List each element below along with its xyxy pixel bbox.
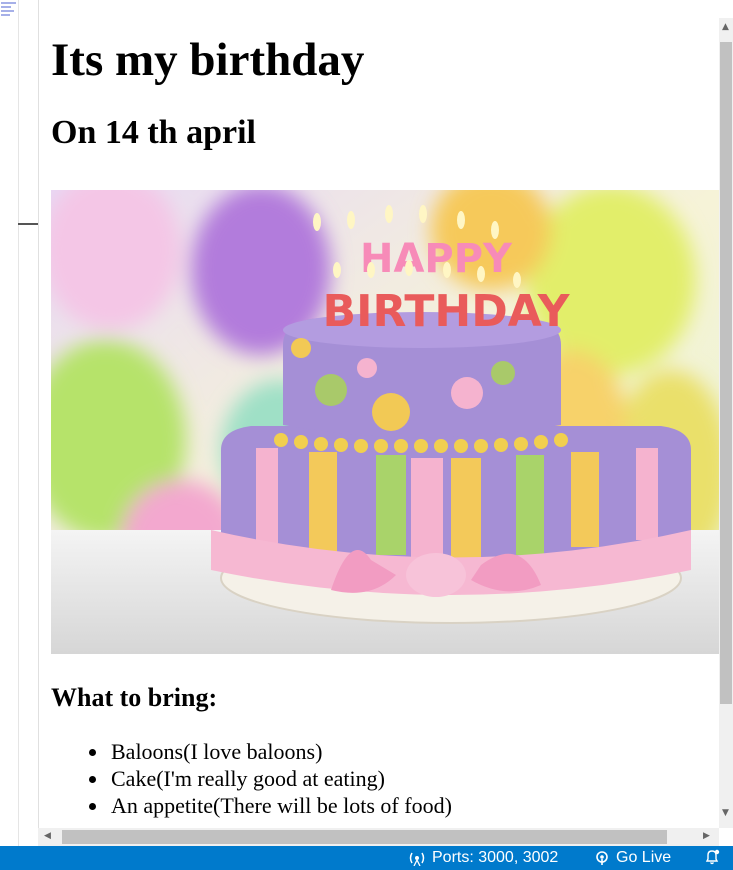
list-item: An appetite(There will be lots of food) bbox=[109, 792, 452, 819]
live-icon bbox=[596, 851, 608, 865]
ports-label: Ports: 3000, 3002 bbox=[432, 849, 559, 866]
horizontal-scroll-thumb[interactable] bbox=[62, 830, 667, 844]
birthday-cake-image: HAPPY BIRTHDAY bbox=[51, 190, 719, 654]
ports-status[interactable]: Ports: 3000, 3002 bbox=[408, 849, 558, 867]
scroll-right-arrow-icon[interactable]: ▶ bbox=[703, 831, 710, 841]
list-item: Cake(I'm really good at eating) bbox=[109, 765, 452, 792]
scroll-down-arrow-icon[interactable]: ▼ bbox=[722, 808, 729, 818]
bell-icon bbox=[705, 849, 720, 865]
minimap-line bbox=[1, 14, 10, 16]
page-subtitle: On 14 th april bbox=[51, 114, 256, 151]
clipped-text-line bbox=[39, 0, 719, 6]
vertical-scroll-thumb[interactable] bbox=[720, 42, 732, 704]
editor-gutter bbox=[0, 0, 19, 846]
bring-list: Baloons(I love baloons) Cake(I'm really … bbox=[51, 738, 452, 819]
birthday-candles: BIRTHDAY bbox=[323, 286, 571, 337]
preview-pane[interactable]: Its my birthday On 14 th april HAPPY BIR… bbox=[38, 0, 733, 846]
broadcast-icon bbox=[409, 852, 425, 866]
section-heading: What to bring: bbox=[51, 683, 218, 712]
minimap-line bbox=[1, 6, 11, 8]
scroll-up-arrow-icon[interactable]: ▲ bbox=[722, 22, 729, 32]
go-live-button[interactable]: Go Live bbox=[594, 849, 671, 867]
sash-handle[interactable] bbox=[18, 223, 38, 225]
scroll-left-arrow-icon[interactable]: ◀ bbox=[44, 831, 51, 841]
page-title: Its my birthday bbox=[51, 34, 365, 86]
list-item: Baloons(I love baloons) bbox=[109, 738, 452, 765]
minimap-line bbox=[1, 2, 16, 4]
status-bar: Ports: 3000, 3002 Go Live bbox=[0, 846, 733, 870]
page-content: Its my birthday On 14 th april bbox=[51, 14, 719, 154]
notifications-button[interactable] bbox=[704, 849, 720, 865]
go-live-label: Go Live bbox=[616, 849, 672, 866]
minimap-line bbox=[1, 10, 14, 12]
happy-candles: HAPPY bbox=[360, 236, 513, 282]
